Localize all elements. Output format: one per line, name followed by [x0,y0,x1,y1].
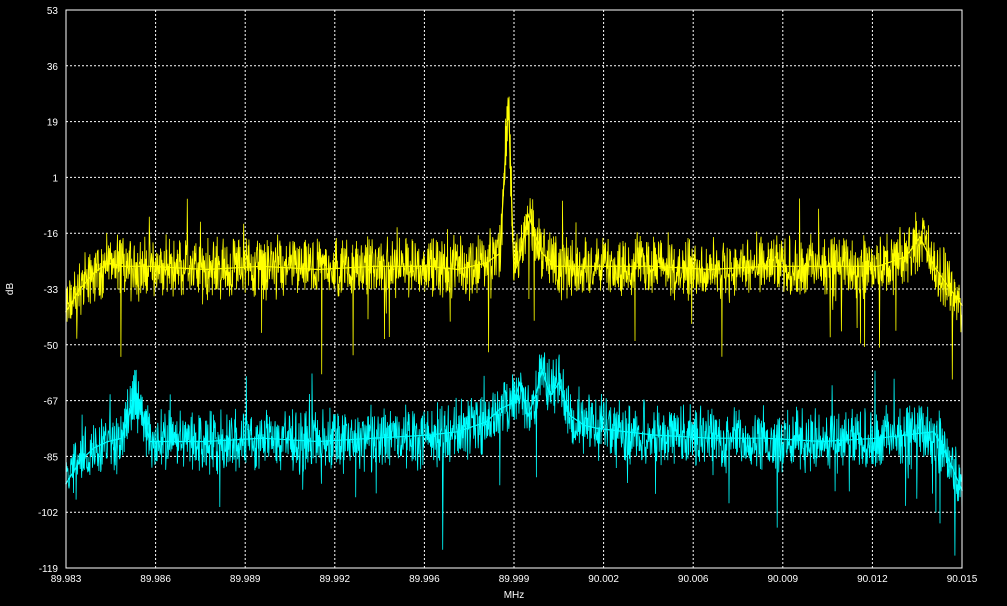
series-1-point [877,265,879,268]
x-axis-label: MHz [504,590,525,601]
x-tick-label: 89.996 [409,574,440,585]
series-1-point [507,100,510,102]
x-tick-label: 89.983 [51,574,82,585]
series-2-point [93,447,95,449]
series-2-point [583,424,585,427]
x-tick-label: 90.012 [857,574,888,585]
series-2-point [765,437,767,440]
series-1-point [527,213,529,216]
x-tick-label: 89.986 [140,574,171,585]
series-1-point [107,262,109,264]
series-1-point [555,265,557,268]
series-2-point [429,434,431,436]
series-1-point [457,268,459,271]
y-tick-label: 53 [47,6,59,17]
series-2-point [121,437,123,440]
series-1-point [485,262,487,264]
series-2-point [558,382,560,384]
x-tick-label: 90.002 [588,574,619,585]
series-2-point [541,369,543,371]
series-1-point [79,288,81,290]
x-tick-label: 90.009 [768,574,799,585]
series-2-point [135,392,137,394]
series-1-point [919,236,921,238]
series-1-point [93,272,95,274]
series-2-point [535,392,538,394]
series-2-point [653,434,655,436]
y-tick-label: -33 [44,285,59,296]
series-2-point [149,440,151,443]
series-1-point [121,265,123,268]
series-1-point [429,265,431,268]
series-1-point [905,255,907,258]
series-2-point [549,395,552,397]
chart-background [0,0,1007,606]
series-2-point [933,430,935,433]
series-2-point [597,427,599,430]
series-1-point [317,268,319,271]
series-1-point [205,268,207,271]
series-1-point [261,265,263,268]
series-2-point [905,434,907,436]
x-tick-label: 89.989 [230,574,261,585]
series-2-point [373,437,375,440]
series-2-point [947,456,949,459]
y-tick-label: -16 [44,229,59,240]
series-2-point [569,414,571,417]
series-1-point [933,265,935,268]
y-tick-label: 19 [47,118,59,129]
y-tick-label: 1 [52,173,58,184]
x-tick-label: 90.006 [678,574,709,585]
y-axis-label: dB [5,283,16,296]
series-1-point [947,285,949,287]
series-2-point [205,440,207,443]
series-1-point [149,265,151,268]
spectrum-chart: 5336191-16-33-50-67-85-102-119 89.983 89.… [0,0,1007,606]
x-tick-label: 89.992 [320,574,351,585]
series-1-point [513,272,515,274]
series-2-point [518,382,521,384]
x-tick-label: 89.999 [499,574,530,585]
series-2-point [499,408,501,410]
series-2-point [79,460,81,462]
series-1-point [709,268,711,271]
series-2-point [317,440,319,443]
y-tick-label: -50 [44,341,59,352]
series-2-point [107,440,109,443]
x-tick-label: 90.015 [947,574,978,585]
series-1-point [373,265,375,268]
series-1-point [541,252,543,255]
series-2-point [485,421,487,423]
series-2-point [261,437,263,440]
series-1-point [597,265,599,268]
series-2-point [709,437,711,440]
series-2-point [877,437,879,440]
y-tick-label: -85 [44,452,59,463]
series-2-point [513,401,515,404]
series-1-point [518,259,521,261]
series-2-point [821,440,823,443]
series-1-point [499,252,501,255]
series-1-point [569,265,571,268]
y-tick-label: 36 [47,62,59,73]
y-tick-label: -102 [38,508,58,519]
series-2-point [527,414,529,417]
series-1-point [765,265,767,268]
series-2-point [457,430,459,433]
y-tick-label: -67 [44,397,59,408]
series-1-point [653,265,655,268]
series-1-point [821,265,823,268]
